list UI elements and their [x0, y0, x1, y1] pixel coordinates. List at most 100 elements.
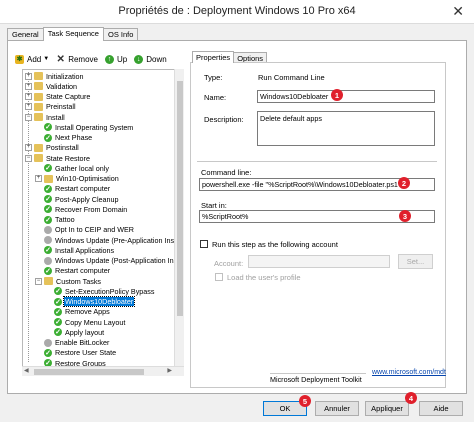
- add-button[interactable]: ✱ Add ▼: [15, 54, 49, 64]
- tree-item[interactable]: ✓ Windows10Debloater: [54, 296, 136, 307]
- tree-item[interactable]: Enable BitLocker: [44, 338, 110, 348]
- tree-item[interactable]: ✓ Restart computer: [44, 184, 111, 194]
- tree-item[interactable]: + State Capture: [25, 92, 91, 102]
- set-account-button[interactable]: Set...: [398, 254, 433, 269]
- expand-icon[interactable]: +: [35, 175, 42, 182]
- tree-item[interactable]: Windows Update (Pre-Application Inst: [44, 235, 177, 245]
- description-input[interactable]: Delete default apps: [257, 111, 435, 146]
- tree-item-label: Win10-Optimisation: [56, 174, 119, 183]
- folder-icon: [34, 82, 43, 91]
- help-button[interactable]: Aide: [419, 401, 463, 416]
- collapse-icon[interactable]: −: [25, 154, 32, 162]
- tree-item[interactable]: ✓ Restore User State: [44, 348, 117, 358]
- expand-icon[interactable]: +: [25, 103, 32, 111]
- folder-icon: [44, 277, 53, 285]
- tree-item-label: Install Applications: [55, 245, 115, 255]
- tree-item[interactable]: ✓ Apply layout: [54, 327, 105, 337]
- account-input[interactable]: [248, 255, 390, 268]
- tree-item[interactable]: ✓ Next Phase: [44, 133, 93, 143]
- tree-item-label: State Capture: [46, 92, 91, 101]
- main-tabs: General Task Sequence OS Info: [7, 27, 139, 41]
- remove-button[interactable]: ✕ Remove: [56, 54, 98, 65]
- tree-item[interactable]: − Install: [25, 112, 66, 122]
- tree-item[interactable]: + Preinstall: [25, 102, 77, 112]
- scroll-thumb[interactable]: [177, 81, 183, 316]
- tree-item-label: Windows Update (Pre-Application Inst: [55, 235, 177, 245]
- tree-item[interactable]: Opt In to CEIP and WER: [44, 225, 135, 235]
- tree-item[interactable]: ✓ Post-Apply Cleanup: [44, 194, 120, 204]
- check-icon: ✓: [44, 266, 52, 275]
- tree-item-label: Custom Tasks: [56, 276, 102, 286]
- scroll-thumb[interactable]: [34, 369, 144, 375]
- expand-icon[interactable]: +: [25, 82, 32, 90]
- tree-item-label: Install: [46, 112, 65, 122]
- task-sequence-tree[interactable]: + Initialization + Validation + State Capture…: [22, 69, 184, 376]
- tree-item-label: Post-Apply Cleanup: [55, 194, 119, 204]
- folder-icon: [34, 113, 43, 121]
- scroll-right-icon[interactable]: ▶: [167, 367, 172, 374]
- title-bar: Propriétés de : Deployment Windows 10 Pr…: [0, 0, 474, 24]
- load-profile-label: Load the user's profile: [227, 273, 301, 282]
- tree-item[interactable]: − Custom Tasks: [35, 276, 102, 286]
- collapse-icon[interactable]: −: [25, 113, 32, 121]
- divider: [197, 161, 437, 162]
- disabled-step-icon: [44, 256, 52, 265]
- close-icon[interactable]: ✕: [452, 3, 464, 20]
- folder-icon: [34, 72, 43, 80]
- tab-properties[interactable]: Properties: [192, 51, 235, 63]
- scroll-left-icon[interactable]: ◀: [24, 367, 29, 374]
- tree-item-label: Opt In to CEIP and WER: [55, 225, 134, 235]
- tree-item[interactable]: ✓ Restart computer: [44, 266, 111, 276]
- add-icon: ✱: [15, 54, 24, 64]
- tree-item-label: Validation: [46, 81, 78, 91]
- tree-item[interactable]: ✓ Remove Apps: [54, 307, 111, 317]
- tree-item[interactable]: + Initialization: [25, 71, 85, 81]
- mdt-brand: Microsoft Deployment Toolkit: [270, 375, 362, 384]
- collapse-icon[interactable]: −: [35, 277, 42, 285]
- tree-item[interactable]: ✓ Tattoo: [44, 215, 76, 225]
- check-icon: ✓: [54, 318, 62, 326]
- name-label: Name:: [204, 93, 227, 102]
- check-icon: ✓: [54, 328, 62, 337]
- tree-item[interactable]: ✓ Set-ExecutionPolicy Bypass: [54, 286, 156, 296]
- tree-item-label: Postinstall: [46, 143, 79, 153]
- apply-button[interactable]: Appliquer: [365, 401, 409, 416]
- down-button[interactable]: ↓ Down: [134, 54, 167, 64]
- tree-item-label: Tattoo: [55, 215, 75, 224]
- tree-item[interactable]: + Postinstall: [25, 143, 80, 153]
- tree-horizontal-scrollbar[interactable]: ◀ ▶: [22, 366, 184, 376]
- disabled-step-icon: [44, 225, 52, 234]
- mdt-link[interactable]: www.microsoft.com/mdt: [372, 369, 446, 376]
- tree-vertical-scrollbar[interactable]: [174, 69, 184, 366]
- tree-item[interactable]: ✓ Gather local only: [44, 163, 110, 173]
- check-icon: ✓: [44, 195, 52, 203]
- run-as-account-checkbox[interactable]: [200, 240, 208, 248]
- arrow-up-icon: ↑: [104, 54, 114, 64]
- arrow-down-icon: ↓: [134, 54, 144, 64]
- cancel-button[interactable]: Annuler: [315, 401, 359, 416]
- tree-item[interactable]: − State Restore: [25, 153, 91, 163]
- expand-icon[interactable]: +: [25, 72, 32, 80]
- tree-item-label: Preinstall: [46, 102, 76, 112]
- sequence-toolbar: ✱ Add ▼ ✕ Remove ↑ Up ↓ Down: [15, 52, 174, 66]
- tree-item[interactable]: Windows Update (Post-Application Insta: [44, 256, 183, 266]
- tree-item[interactable]: ✓ Copy Menu Layout: [54, 317, 126, 327]
- tree-item-label: Initialization: [46, 71, 84, 81]
- tree-item[interactable]: ✓ Install Operating System: [44, 122, 134, 132]
- type-label: Type:: [204, 73, 223, 82]
- disabled-step-icon: [44, 338, 52, 347]
- load-profile-checkbox[interactable]: [215, 273, 223, 281]
- name-input[interactable]: Windows10Debloater: [257, 90, 435, 103]
- tree-item[interactable]: ✓ Install Applications: [44, 245, 115, 255]
- check-icon: ✓: [54, 297, 62, 306]
- expand-icon[interactable]: +: [25, 93, 32, 100]
- tree-item[interactable]: + Win10-Optimisation: [35, 174, 120, 184]
- check-icon: ✓: [54, 287, 62, 296]
- tab-task-sequence[interactable]: Task Sequence: [42, 27, 104, 41]
- expand-icon[interactable]: +: [25, 144, 32, 152]
- tree-item[interactable]: ✓ Recover From Domain: [44, 204, 128, 214]
- folder-icon: [34, 154, 43, 162]
- up-button[interactable]: ↑ Up: [104, 54, 127, 64]
- window-title: Propriétés de : Deployment Windows 10 Pr…: [118, 5, 356, 17]
- tree-item[interactable]: + Validation: [25, 81, 78, 91]
